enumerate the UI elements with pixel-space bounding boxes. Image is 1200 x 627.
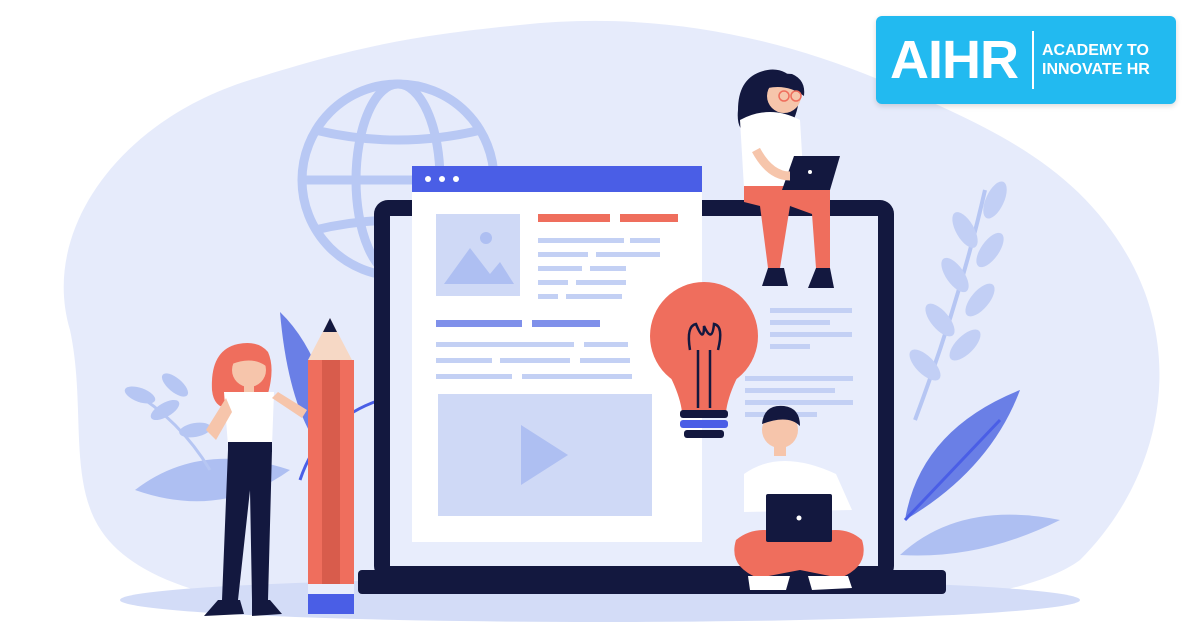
pencil-icon — [308, 318, 354, 614]
subheading-bar — [436, 320, 522, 327]
headline-bar — [538, 214, 610, 222]
aihr-logo[interactable]: AIHR ACADEMY TO INNOVATE HR — [876, 16, 1176, 104]
logo-divider — [1032, 31, 1034, 89]
window-dot-icon — [439, 176, 445, 182]
logo-wordmark: AIHR — [890, 30, 1019, 90]
logo-tagline-line1: ACADEMY TO — [1042, 42, 1149, 59]
subheading-bar — [532, 320, 600, 327]
logo-tagline-line2: INNOVATE HR — [1042, 61, 1150, 78]
headline-bar — [620, 214, 678, 222]
hero-banner: AIHR ACADEMY TO INNOVATE HR — [0, 0, 1200, 627]
image-placeholder-icon — [436, 214, 520, 296]
window-dot-icon — [425, 176, 431, 182]
video-player — [438, 394, 652, 516]
logo-tagline: ACADEMY TO INNOVATE HR — [1042, 41, 1150, 79]
laptop-base — [358, 570, 946, 594]
window-dot-icon — [453, 176, 459, 182]
